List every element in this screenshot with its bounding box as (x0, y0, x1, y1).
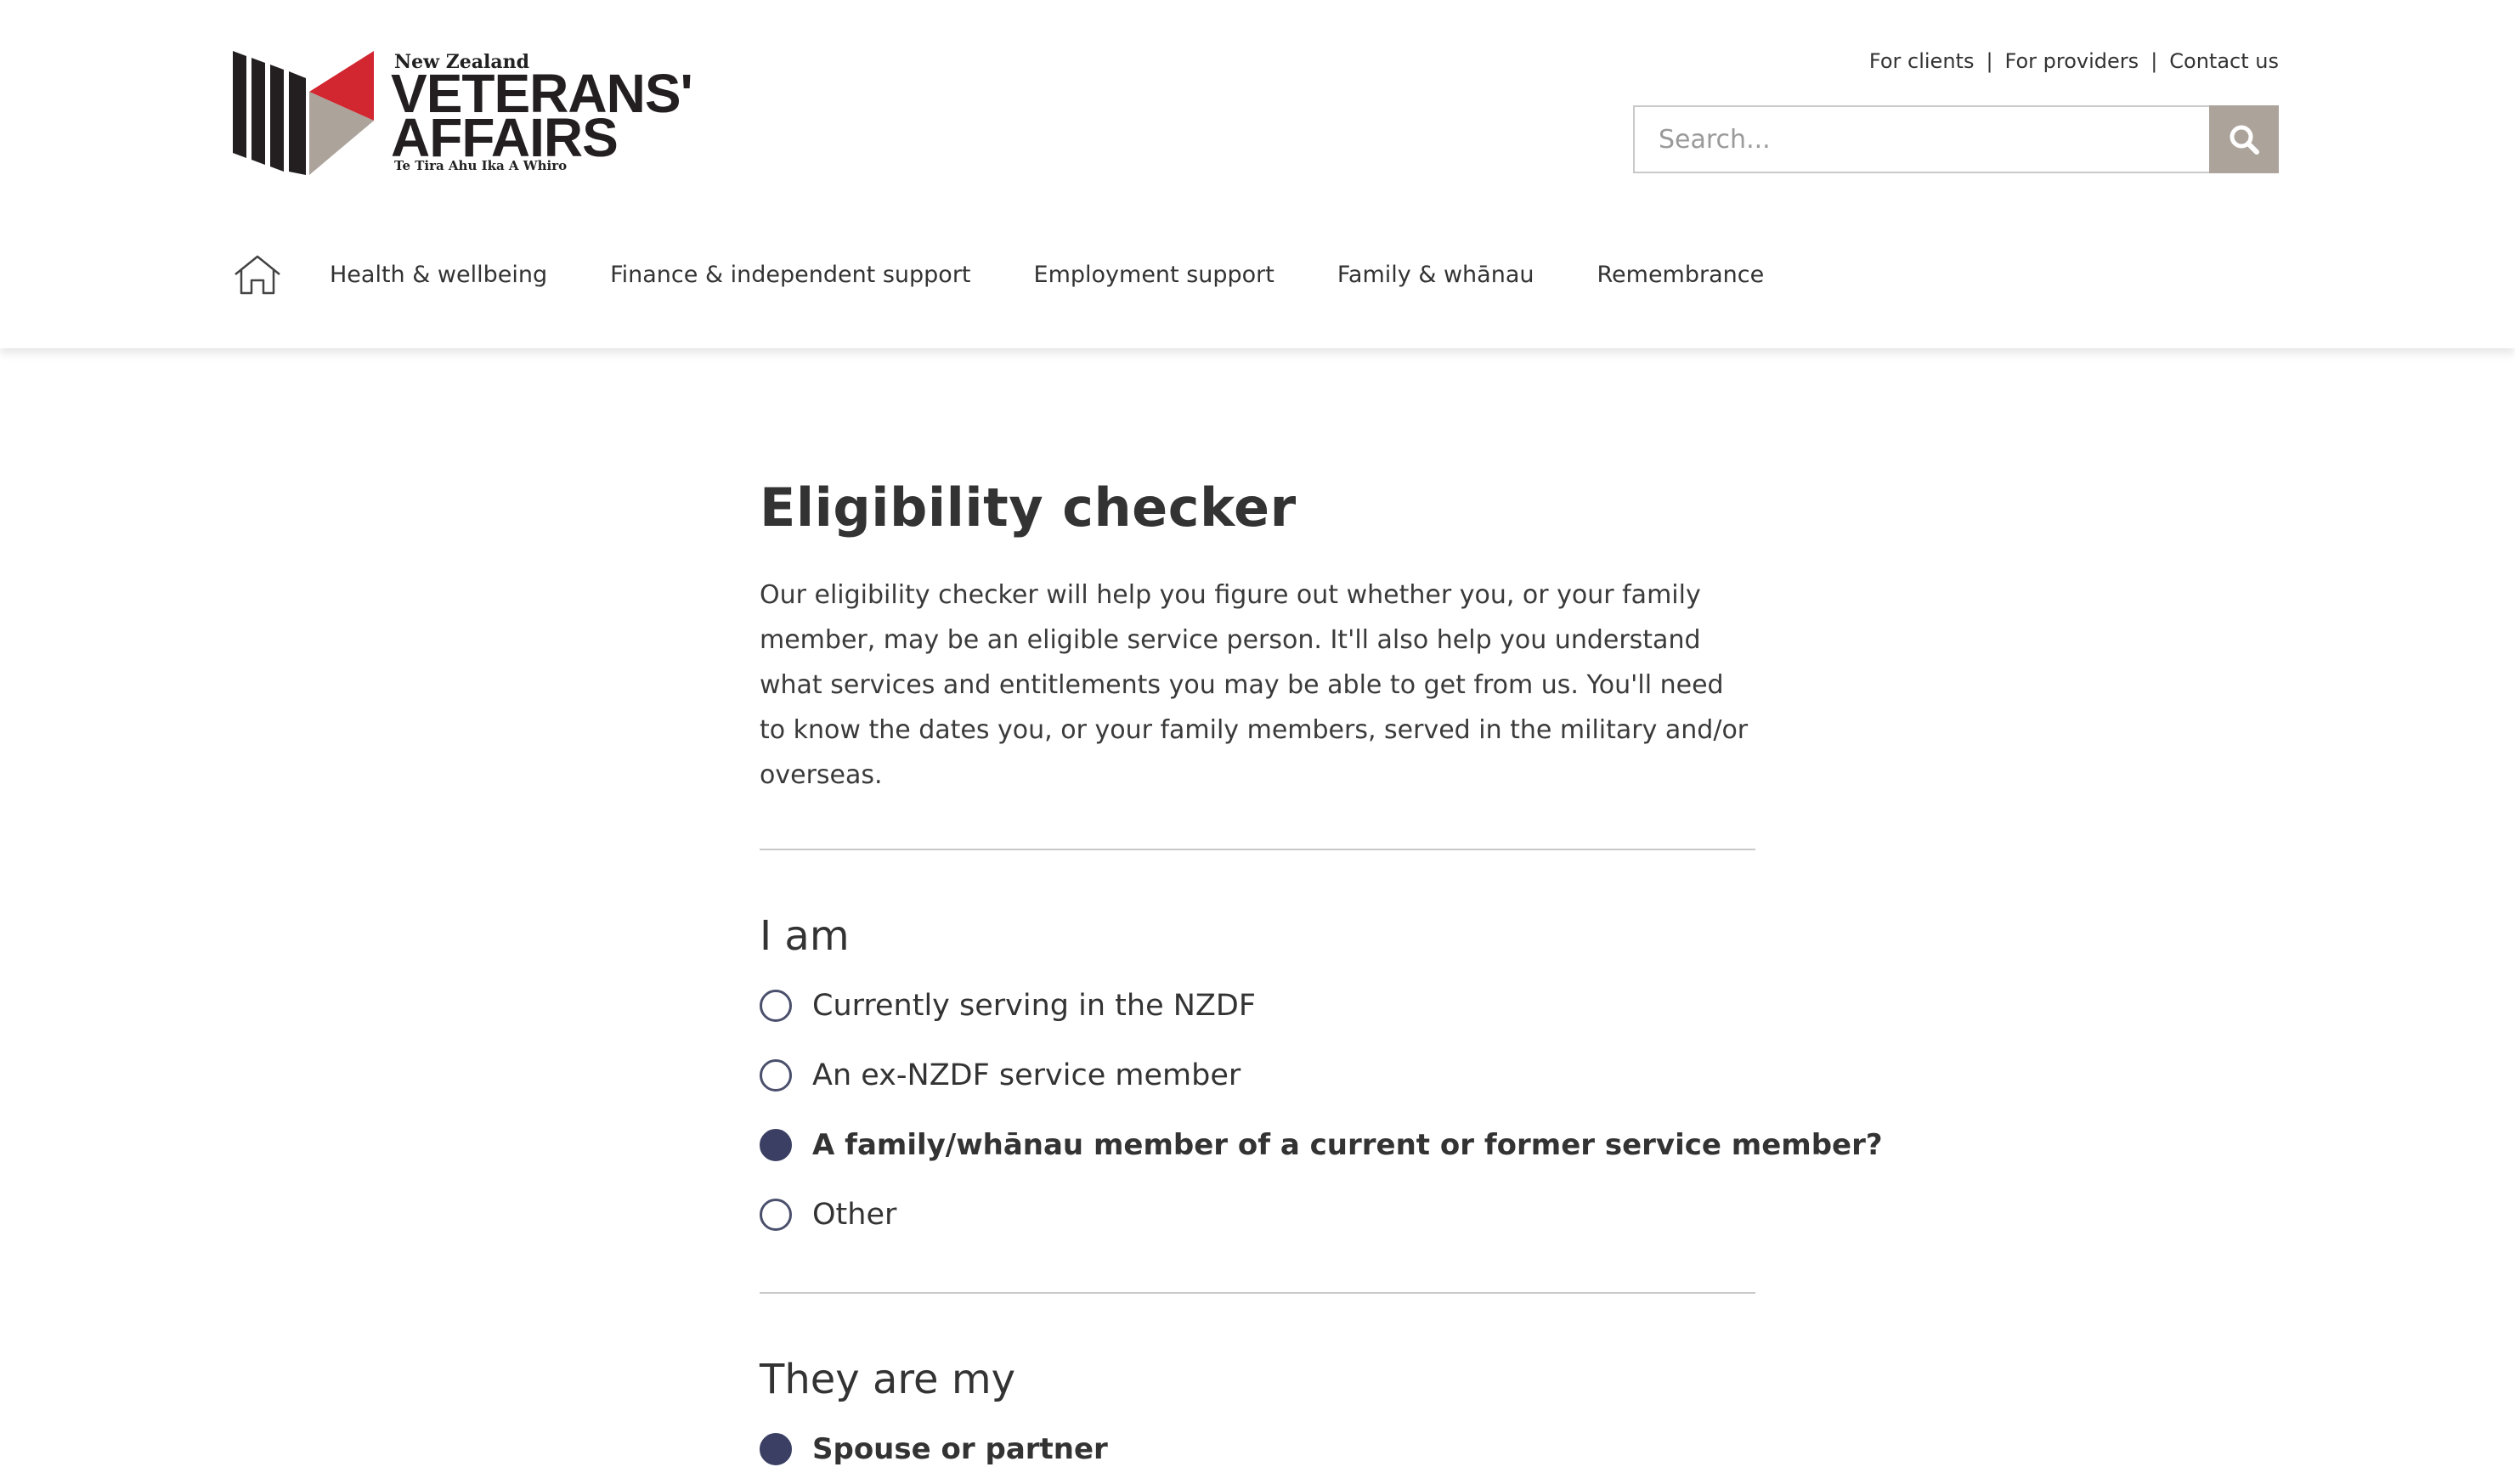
search-input[interactable] (1633, 105, 2209, 173)
radio-button-selected[interactable] (760, 1433, 792, 1465)
nav-item-employment-support[interactable]: Employment support (1034, 262, 1274, 288)
veterans-affairs-logo[interactable]: New Zealand VETERANS' AFFAIRS Te Tira Ah… (233, 48, 709, 183)
search-form (1633, 105, 2279, 173)
option-currently-serving[interactable]: Currently serving in the NZDF (760, 971, 1755, 1041)
option-other[interactable]: Other (760, 1180, 1755, 1250)
site-header: New Zealand VETERANS' AFFAIRS Te Tira Ah… (0, 0, 2515, 348)
logo-tagline: Te Tira Ahu Ika A Whiro (394, 158, 568, 173)
contact-us-link[interactable]: Contact us (2169, 49, 2279, 73)
utility-separator: | (2150, 49, 2158, 73)
option-label: Currently serving in the NZDF (812, 989, 1256, 1023)
search-button[interactable] (2209, 105, 2279, 173)
question-title: They are my (760, 1356, 1015, 1403)
option-ex-nzdf[interactable]: An ex-NZDF service member (760, 1041, 1755, 1110)
radio-button[interactable] (760, 1199, 792, 1231)
logo-wordmark-line2: AFFAIRS (391, 107, 619, 168)
intro-text: Our eligibility checker will help you fi… (760, 580, 1749, 790)
utility-links: For clients | For providers | Contact us (1869, 49, 2279, 73)
page-title: Eligibility checker (760, 477, 1297, 539)
option-family-whanau-member[interactable]: A family/whānau member of a current or f… (760, 1110, 1883, 1180)
logo-mark-icon (233, 51, 374, 175)
for-providers-link[interactable]: For providers (2005, 49, 2139, 73)
home-icon (235, 255, 280, 295)
option-label: An ex-NZDF service member (812, 1058, 1241, 1092)
radio-button[interactable] (760, 1059, 792, 1092)
main-nav: Health & wellbeing Finance & independent… (233, 246, 1827, 302)
radio-button[interactable] (760, 990, 792, 1022)
radio-group: Currently serving in the NZDF An ex-NZDF… (760, 971, 1883, 1250)
radio-group: Spouse or partner (760, 1414, 1755, 1484)
divider (760, 849, 1755, 850)
option-label: Other (812, 1198, 897, 1232)
nav-item-remembrance[interactable]: Remembrance (1597, 262, 1764, 288)
utility-separator: | (1986, 49, 1993, 73)
option-spouse-partner[interactable]: Spouse or partner (760, 1414, 1755, 1484)
divider (760, 1292, 1755, 1294)
question-i-am: I am Currently serving in the NZDF An ex… (760, 910, 1883, 1250)
radio-button-selected[interactable] (760, 1129, 792, 1161)
question-they-are-my: They are my Spouse or partner (760, 1353, 1755, 1484)
home-link[interactable] (233, 249, 285, 300)
for-clients-link[interactable]: For clients (1869, 49, 1975, 73)
search-icon (2230, 125, 2259, 155)
nav-item-finance-support[interactable]: Finance & independent support (610, 262, 970, 288)
option-label: Spouse or partner (812, 1432, 1108, 1466)
nav-item-health-wellbeing[interactable]: Health & wellbeing (330, 262, 547, 288)
question-title: I am (760, 912, 850, 960)
nav-item-family-whanau[interactable]: Family & whānau (1337, 262, 1534, 288)
option-label: A family/whānau member of a current or f… (812, 1128, 1883, 1162)
main-content: Eligibility checker Our eligibility chec… (760, 466, 1883, 1484)
